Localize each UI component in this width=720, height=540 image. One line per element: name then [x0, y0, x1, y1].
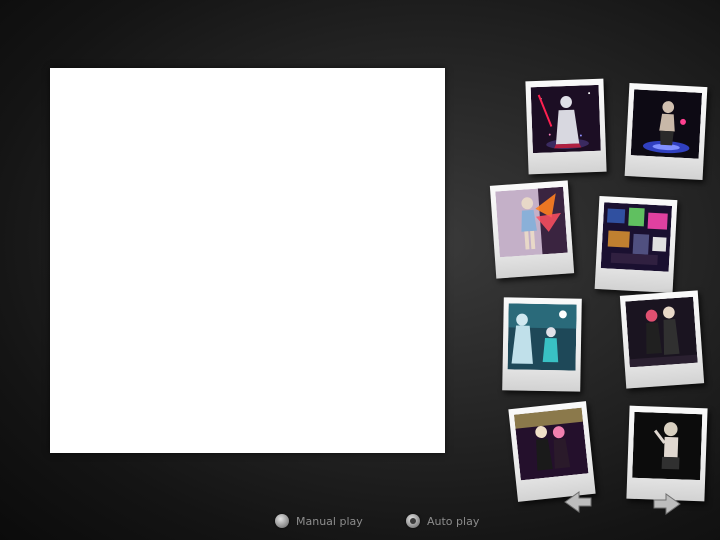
manual-play-label: Manual play	[296, 514, 363, 528]
next-arrow-icon[interactable]	[652, 492, 682, 516]
auto-play-radio[interactable]	[406, 514, 420, 528]
thumbnail-3[interactable]	[489, 180, 575, 279]
thumbnail-image	[530, 84, 601, 154]
thumbnail-image	[625, 296, 698, 368]
thumbnail-image	[630, 89, 703, 159]
thumbnail-8[interactable]	[626, 405, 708, 502]
manual-play-radio[interactable]	[275, 514, 289, 528]
auto-play-label: Auto play	[427, 514, 480, 528]
thumbnail-2[interactable]	[624, 83, 708, 180]
auto-play-option[interactable]: Auto play	[406, 510, 479, 532]
selected-dot	[410, 518, 416, 524]
thumbnail-6[interactable]	[619, 290, 705, 389]
thumbnail-4[interactable]	[594, 196, 678, 293]
previous-arrow-icon[interactable]	[563, 490, 593, 514]
thumbnail-1[interactable]	[525, 78, 607, 175]
thumbnail-image	[600, 202, 673, 272]
photo-viewer	[50, 68, 445, 453]
play-mode-controls: Manual play Auto play	[270, 510, 530, 532]
thumbnail-image	[513, 407, 589, 481]
thumbnail-5[interactable]	[502, 297, 582, 392]
thumbnail-image	[507, 303, 577, 371]
manual-play-option[interactable]: Manual play	[275, 510, 363, 532]
thumbnail-7[interactable]	[508, 401, 596, 502]
thumbnail-image	[495, 186, 568, 258]
thumbnail-image	[632, 411, 703, 481]
